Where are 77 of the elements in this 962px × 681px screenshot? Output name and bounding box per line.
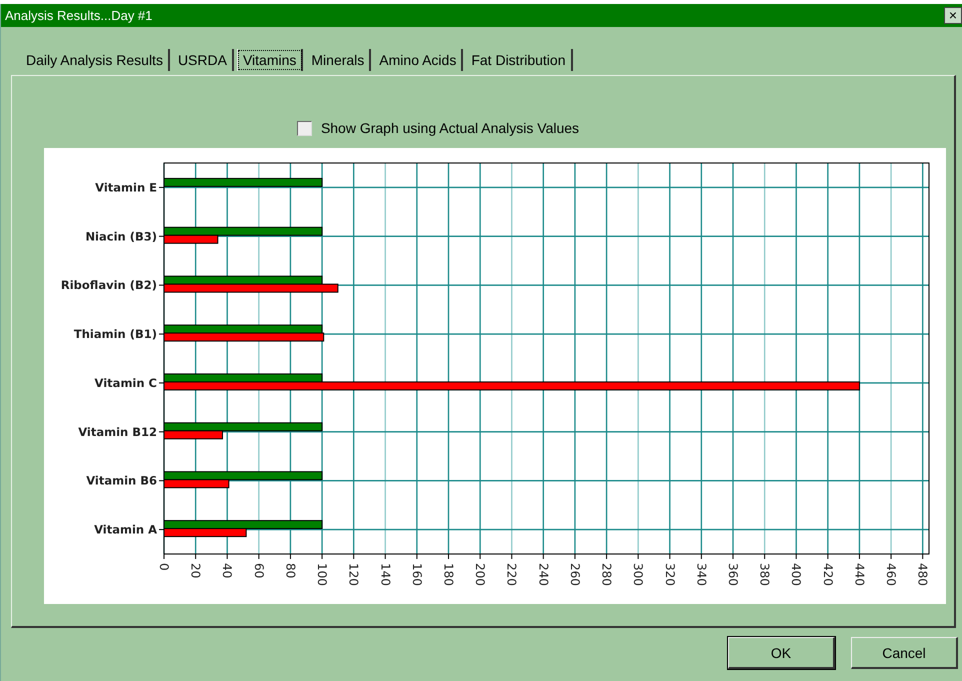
category-label: Vitamin B12 <box>78 424 157 439</box>
tick-mark <box>732 554 734 560</box>
axis-tick-label: 260 <box>568 563 582 586</box>
axis-tick-label: 460 <box>884 563 898 586</box>
tick-mark <box>890 554 892 560</box>
axis-tick-label: 440 <box>852 563 866 586</box>
tick-mark <box>158 382 164 384</box>
axis-tick-label: 400 <box>789 563 804 586</box>
axis-tick-label: 160 <box>410 563 424 586</box>
tick-mark <box>158 186 164 188</box>
tab[interactable]: Minerals <box>306 49 372 71</box>
tick-mark <box>158 480 164 482</box>
tick-mark <box>480 554 481 560</box>
axis-tick-label: 240 <box>536 563 550 586</box>
tick-mark <box>226 554 228 560</box>
axis-tick-label: 60 <box>252 563 266 578</box>
tick-mark <box>353 554 354 560</box>
tick-mark <box>542 554 544 560</box>
axis-tick-label: 0 <box>157 563 171 571</box>
tab[interactable]: Vitamins <box>236 49 304 71</box>
axis-tick-label: 40 <box>220 563 234 578</box>
tick-mark <box>322 554 323 560</box>
category-label: Vitamin E <box>95 180 157 194</box>
tab[interactable]: Daily Analysis Results <box>21 49 170 71</box>
axis-tick-label: 300 <box>631 563 646 586</box>
tick-mark <box>258 554 260 560</box>
close-button[interactable]: × <box>944 7 962 24</box>
tick-mark <box>574 554 576 560</box>
tick-mark <box>796 554 797 560</box>
tick-mark <box>158 529 164 530</box>
category-label: Vitamin C <box>94 376 157 390</box>
tick-mark <box>290 554 291 560</box>
axis-tick-label: 320 <box>662 563 677 586</box>
checkbox-label[interactable]: Show Graph using Actual Analysis Values <box>320 120 580 136</box>
tick-mark <box>638 554 639 560</box>
checkbox[interactable] <box>296 120 312 136</box>
category-label: Niacin (B3) <box>85 229 157 244</box>
dialog-button[interactable]: Cancel <box>851 637 958 669</box>
tick-mark <box>858 554 860 560</box>
axis-tick-label: 100 <box>315 563 330 586</box>
tick-mark <box>384 554 386 560</box>
tick-mark <box>827 554 828 560</box>
axis-tick-label: 120 <box>346 563 361 586</box>
tick-mark <box>158 236 164 237</box>
axis-tick-label: 420 <box>820 563 835 586</box>
tick-mark <box>700 554 702 560</box>
axis-tick-label: 200 <box>473 563 488 586</box>
dialog-button[interactable]: OK <box>728 637 835 669</box>
tick-mark <box>669 554 670 560</box>
axis-tick-label: 340 <box>694 563 708 586</box>
tick-mark <box>416 554 418 560</box>
axis-tick-label: 480 <box>916 563 930 586</box>
category-label: Riboflavin (B2) <box>60 278 157 292</box>
tick-mark <box>922 554 924 560</box>
tick-mark <box>511 554 512 560</box>
category-label: Thiamin (B1) <box>74 327 157 342</box>
tick-mark <box>764 554 766 560</box>
axis-tick-label: 220 <box>504 563 519 586</box>
tab[interactable]: USRDA <box>172 49 234 71</box>
window-title: Analysis Results...Day #1 <box>5 8 152 23</box>
category-label: Vitamin B6 <box>86 474 157 488</box>
tick-mark <box>195 554 196 560</box>
tick-mark <box>158 431 164 432</box>
axis-tick-label: 360 <box>726 563 740 586</box>
axis-tick-label: 280 <box>600 563 614 586</box>
axis-tick-label: 180 <box>442 563 456 586</box>
axis-tick-label: 140 <box>378 563 392 586</box>
tab[interactable]: Amino Acids <box>374 49 464 71</box>
tick-mark <box>158 284 164 286</box>
tick-mark <box>448 554 449 560</box>
tick-mark <box>606 554 608 560</box>
axis-tick-label: 80 <box>283 563 298 578</box>
axis-tick-label: 380 <box>758 563 772 586</box>
category-label: Vitamin A <box>94 522 157 537</box>
tick-mark <box>158 334 164 335</box>
tab[interactable]: Fat Distribution <box>466 49 572 71</box>
axis-tick-label: 20 <box>188 563 203 578</box>
